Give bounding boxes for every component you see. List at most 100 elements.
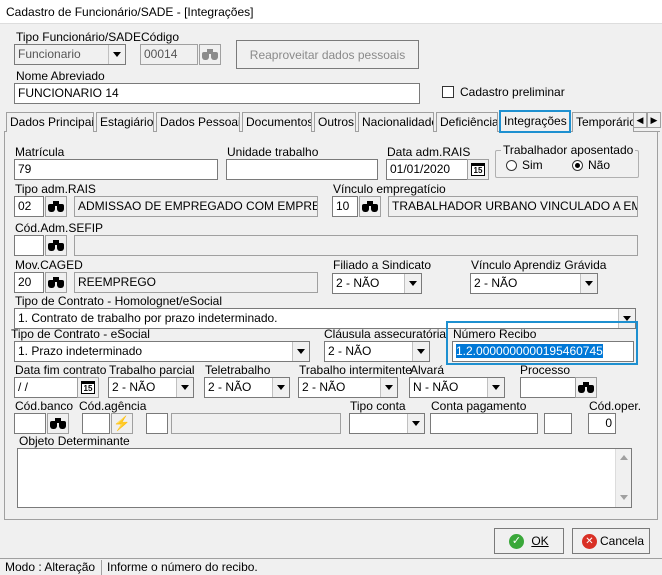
tab-estagiario[interactable]: Estagiário xyxy=(96,112,154,132)
tab-scroll-right-icon[interactable]: ▶ xyxy=(647,112,661,128)
cod-banco-search-button[interactable] xyxy=(47,413,69,434)
teletrabalho-label: Teletrabalho xyxy=(205,363,271,377)
aposentado-nao-radio[interactable] xyxy=(572,160,583,171)
data-adm-field[interactable]: 01/01/2020 xyxy=(386,159,468,180)
tab-dados-pessoais[interactable]: Dados Pessoais xyxy=(156,112,240,132)
status-mode: Modo : Alteração xyxy=(2,560,102,575)
agencia-desc xyxy=(171,413,341,434)
tipo-funcionario-label: Tipo Funcionário/SADE xyxy=(16,30,141,44)
status-bar: Modo : Alteração Informe o número do rec… xyxy=(0,558,662,575)
aposentado-nao-label: Não xyxy=(588,158,611,172)
vinculo-search-button[interactable] xyxy=(359,196,381,217)
binoculars-icon xyxy=(578,382,594,393)
data-adm-calendar-button[interactable]: 15 xyxy=(467,159,489,180)
reaproveitar-button[interactable]: Reaproveitar dados pessoais xyxy=(236,40,419,69)
cadastro-preliminar-checkbox[interactable] xyxy=(442,86,454,98)
processo-field[interactable] xyxy=(520,377,576,398)
data-fim-label: Data fim contrato xyxy=(15,363,107,377)
tab-integracoes[interactable]: Integrações xyxy=(499,110,571,133)
binoculars-icon xyxy=(48,277,64,288)
matricula-field[interactable]: 79 xyxy=(14,159,218,180)
cod-agencia-field[interactable] xyxy=(82,413,110,434)
status-hint: Informe o número do recibo. xyxy=(107,560,258,574)
objeto-label: Objeto Determinante xyxy=(19,434,130,448)
alvara-label: Alvará xyxy=(410,363,445,377)
conta-pagamento-label: Conta pagamento xyxy=(431,399,527,413)
calendar-icon: 15 xyxy=(81,381,95,394)
tab-outros[interactable]: Outros xyxy=(314,112,356,132)
cod-banco-field[interactable] xyxy=(14,413,46,434)
tipo-funcionario-select[interactable]: Funcionario xyxy=(14,44,126,65)
tipo-conta-label: Tipo conta xyxy=(350,399,406,413)
contrato-esocial-select[interactable]: 1. Prazo indeterminado xyxy=(14,341,310,362)
binoculars-icon xyxy=(50,418,66,429)
matricula-label: Matrícula xyxy=(15,145,65,159)
conta-pagamento-field[interactable] xyxy=(430,413,538,434)
data-fim-calendar-button[interactable]: 15 xyxy=(77,377,99,398)
cod-oper-field[interactable]: 0 xyxy=(588,413,616,434)
nome-label: Nome Abreviado xyxy=(16,69,105,83)
objeto-textarea[interactable] xyxy=(17,448,632,508)
tipo-adm-desc: ADMISSAO DE EMPREGADO COM EMPREGO A xyxy=(74,196,318,217)
tab-bar: Dados Principais Estagiário Dados Pessoa… xyxy=(4,110,661,133)
cod-agencia-label: Cód.agência xyxy=(79,399,147,413)
cod-sefip-search-button[interactable] xyxy=(45,235,67,256)
scroll-up-icon[interactable] xyxy=(620,455,628,460)
tab-deficiencia[interactable]: Deficiência xyxy=(436,112,498,132)
clausula-select[interactable]: 2 - NÃO xyxy=(324,341,430,362)
parcial-select[interactable]: 2 - NÃO xyxy=(108,377,194,398)
lightning-icon[interactable]: ⚡ xyxy=(111,413,133,434)
mov-caged-label: Mov.CAGED xyxy=(15,258,83,272)
mov-caged-code[interactable]: 20 xyxy=(14,272,44,293)
agencia-digit-field[interactable] xyxy=(146,413,168,434)
data-fim-field[interactable]: / / xyxy=(14,377,78,398)
tipo-adm-code[interactable]: 02 xyxy=(14,196,44,217)
scroll-down-icon[interactable] xyxy=(620,495,628,500)
intermitente-select[interactable]: 2 - NÃO xyxy=(298,377,398,398)
cod-sefip-desc xyxy=(74,235,638,256)
cancel-button[interactable]: ✕ Cancela xyxy=(572,528,650,554)
filiado-label: Filiado a Sindicato xyxy=(333,258,432,272)
tab-scroll-left-icon[interactable]: ◀ xyxy=(633,112,647,128)
binoculars-icon xyxy=(362,201,378,212)
codigo-search-button[interactable] xyxy=(199,44,221,65)
cod-sefip-label: Cód.Adm.SEFIP xyxy=(15,221,104,235)
processo-label: Processo xyxy=(520,363,571,377)
aposentado-sim-label: Sim xyxy=(522,158,543,172)
vinculo-code[interactable]: 10 xyxy=(332,196,358,217)
teletrabalho-select[interactable]: 2 - NÃO xyxy=(204,377,290,398)
cadastro-preliminar-label: Cadastro preliminar xyxy=(460,85,565,99)
filiado-select[interactable]: 2 - NÃO xyxy=(332,273,422,294)
cancel-icon: ✕ xyxy=(582,534,597,549)
objeto-scrollbar[interactable] xyxy=(615,449,631,507)
tab-temporario[interactable]: Temporário. xyxy=(572,112,634,132)
conta-digit-field[interactable] xyxy=(544,413,572,434)
tab-documentos[interactable]: Documentos xyxy=(242,112,312,132)
recibo-label: Número Recibo xyxy=(453,327,537,341)
alvara-select[interactable]: N - NÃO xyxy=(409,377,505,398)
aposentado-label: Trabalhador aposentado xyxy=(501,143,636,157)
cod-sefip-code[interactable] xyxy=(14,235,44,256)
window-title: Cadastro de Funcionário/SADE - [Integraç… xyxy=(0,0,662,24)
tipo-adm-search-button[interactable] xyxy=(45,196,67,217)
tab-nacionalidade[interactable]: Nacionalidade xyxy=(358,112,434,132)
parcial-label: Trabalho parcial xyxy=(109,363,195,377)
aposentado-sim-radio[interactable] xyxy=(506,160,517,171)
binoculars-icon xyxy=(48,240,64,251)
vinculo-desc: TRABALHADOR URBANO VINCULADO A EMPRE xyxy=(388,196,638,217)
binoculars-icon xyxy=(202,49,218,60)
data-adm-label: Data adm.RAIS xyxy=(387,145,471,159)
mov-caged-search-button[interactable] xyxy=(45,272,67,293)
aprendiz-select[interactable]: 2 - NÃO xyxy=(470,273,598,294)
ok-button[interactable]: ✓ OK xyxy=(494,528,564,554)
cod-banco-label: Cód.banco xyxy=(15,399,74,413)
unidade-field[interactable] xyxy=(226,159,378,180)
cod-oper-label: Cód.oper. xyxy=(589,399,642,413)
codigo-field[interactable]: 00014 xyxy=(140,44,198,65)
recibo-field[interactable]: 1.2.0000000000195460745 xyxy=(452,341,634,362)
nome-field[interactable]: FUNCIONARIO 14 xyxy=(14,83,420,104)
vinculo-label: Vínculo empregatício xyxy=(333,182,446,196)
tipo-conta-select[interactable] xyxy=(349,413,425,434)
tab-dados-principais[interactable]: Dados Principais xyxy=(6,112,94,132)
processo-search-button[interactable] xyxy=(575,377,597,398)
